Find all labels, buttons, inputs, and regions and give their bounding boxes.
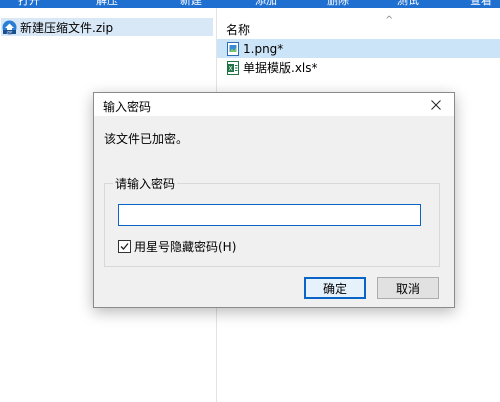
file-name: 1.png*	[243, 41, 284, 56]
checkmark-icon	[120, 243, 129, 250]
hide-password-checkbox[interactable]	[118, 240, 131, 253]
toolbar-add-button[interactable]: 添加	[255, 0, 277, 8]
svg-text:ZIP: ZIP	[7, 30, 14, 34]
dialog-titlebar[interactable]: 输入密码	[94, 93, 454, 116]
zip-archive-icon: ZIP	[2, 20, 17, 35]
toolbar-extract-button[interactable]: 解压	[96, 0, 118, 8]
toolbar-test-button[interactable]: 测试	[397, 0, 419, 8]
tree-item-archive[interactable]: ZIP 新建压缩文件.zip	[1, 18, 213, 36]
toolbar-delete-button[interactable]: 删除	[327, 0, 349, 8]
dialog-title: 输入密码	[103, 100, 152, 114]
dialog-message: 该文件已加密。	[104, 132, 189, 146]
toolbar-view-button[interactable]: 查看	[470, 0, 492, 8]
toolbar-open-button[interactable]: 打开	[18, 0, 40, 8]
toolbar-new-button[interactable]: 新建	[180, 0, 202, 8]
image-file-icon	[227, 41, 239, 56]
cancel-button[interactable]: 取消	[377, 277, 439, 299]
password-group-label: 请输入密码	[113, 175, 178, 192]
file-row[interactable]: X 单据模版.xls*	[217, 58, 500, 77]
toolbar: 打开 解压 新建 添加 删除 测试 查看	[0, 0, 500, 8]
password-dialog: 输入密码 该文件已加密。 请输入密码 用星号隐藏密码(H) 确定 取消	[93, 92, 455, 308]
file-name: 单据模版.xls*	[243, 61, 318, 75]
hide-password-label: 用星号隐藏密码(H)	[134, 240, 237, 254]
file-row[interactable]: 1.png*	[217, 39, 500, 58]
tree-item-label: 新建压缩文件.zip	[20, 20, 114, 35]
svg-text:X: X	[228, 65, 232, 72]
password-input[interactable]	[118, 204, 421, 226]
password-group: 请输入密码 用星号隐藏密码(H)	[104, 175, 440, 267]
sort-ascending-icon: ^	[385, 15, 394, 26]
column-name-label: 名称	[226, 23, 251, 37]
hide-password-option[interactable]: 用星号隐藏密码(H)	[118, 238, 236, 255]
ok-button[interactable]: 确定	[304, 277, 366, 299]
close-icon[interactable]	[418, 93, 454, 116]
excel-file-icon: X	[227, 60, 239, 75]
